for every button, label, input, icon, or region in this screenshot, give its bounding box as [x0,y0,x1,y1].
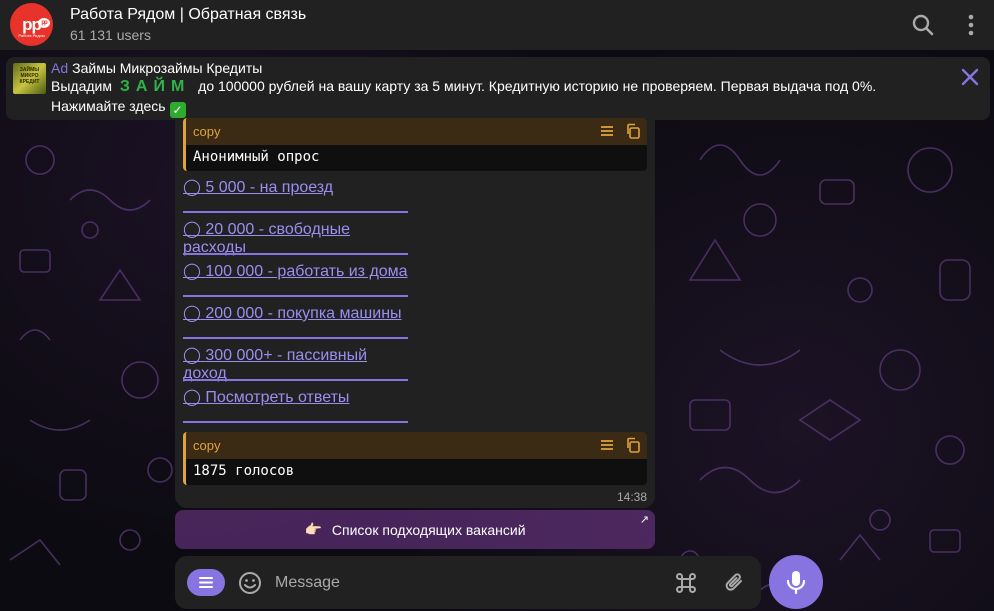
menu-icon [199,577,213,588]
pointing-hand-icon: 👉🏻 [304,521,322,537]
poll-option-label: 200 000 - покупка машины [205,305,402,322]
chat-header: pp pp Работа Рядом Работа Рядом | Обратн… [0,0,994,50]
bot-menu-button[interactable] [187,569,225,596]
command-icon[interactable] [673,570,699,596]
message-time: 14:38 [616,490,647,504]
message-composer [175,556,761,609]
inline-button-vacancies[interactable]: 👉🏻 Список подходящих вакансий ↗ [175,510,655,549]
divider [183,337,408,339]
member-count: 61 131 users [70,27,151,43]
ad-title: Займы Микрозаймы Кредиты [72,60,263,76]
copy-icon[interactable] [625,437,641,453]
ad-title-line: Ad Займы Микрозаймы Кредиты [51,60,262,76]
external-link-icon: ↗ [639,514,649,526]
divider [183,421,408,423]
code-block-text: Анонимный опрос [193,149,320,165]
avatar-badge: pp [38,18,50,28]
poll-option-3[interactable]: ◯ 100 000 - работать из дома [183,261,415,281]
code-block-label: copy [193,438,221,453]
ad-thumbnail: ЗАЙМЫ МИКРО КРЕДИТ [13,63,46,94]
poll-option-2[interactable]: ◯ 20 000 - свободные расходы [183,219,415,257]
message-input[interactable] [275,570,655,596]
message-bubble: copy Анонимный опрос ◯ 5 000 - на проезд… [175,118,655,508]
poll-option-label: 20 000 - свободные расходы [183,221,351,256]
check-mark-icon: ✓ [169,102,186,118]
attach-icon[interactable] [722,570,748,596]
divider [183,253,408,255]
ad-zaim-text: ЗАЙМ [119,78,191,95]
poll-option-label: 5 000 - на проезд [205,179,334,196]
ad-tag: Ad [51,60,69,76]
poll-option-label: 100 000 - работать из дома [205,263,408,280]
copy-icon[interactable] [625,123,641,139]
chat-title[interactable]: Работа Рядом | Обратная связь [70,6,306,24]
microphone-icon [786,571,806,595]
wrap-lines-icon[interactable] [599,437,615,453]
ad-close-button[interactable] [960,67,980,87]
emoji-icon[interactable] [237,570,263,596]
search-icon [912,14,934,36]
ad-cta: Нажимайте здесь [51,98,166,114]
ad-cta-line: Нажимайте здесь ✓ [51,98,186,118]
radio-circle-icon: ◯ [183,305,201,322]
divider [183,379,408,381]
voice-record-button[interactable] [769,555,823,609]
radio-circle-icon: ◯ [183,389,201,406]
code-block-header: copy [186,118,647,145]
code-block-text: 1875 голосов [193,463,295,479]
avatar-subtext: Работа Рядом [18,33,45,38]
channel-avatar[interactable]: pp pp Работа Рядом [10,3,53,46]
poll-option-label: Посмотреть ответы [205,389,350,406]
more-button[interactable] [957,11,985,39]
divider [183,295,408,297]
more-vertical-icon [968,14,974,36]
code-block-label: copy [193,124,221,139]
poll-option-1[interactable]: ◯ 5 000 - на проезд [183,177,415,197]
code-block-title: copy Анонимный опрос [183,118,647,171]
inline-button-label: Список подходящих вакансий [331,521,526,538]
radio-circle-icon: ◯ [183,221,201,238]
divider [183,211,408,213]
radio-circle-icon: ◯ [183,347,201,364]
ad-text-prefix: Выдадим [51,78,112,94]
poll-option-4[interactable]: ◯ 200 000 - покупка машины [183,303,415,323]
code-block-header: copy [186,432,647,459]
sponsored-ad-banner[interactable]: ЗАЙМЫ МИКРО КРЕДИТ Ad Займы Микрозаймы Кр… [6,57,990,120]
wrap-lines-icon[interactable] [599,123,615,139]
search-button[interactable] [909,11,937,39]
radio-circle-icon: ◯ [183,179,201,196]
ad-text-line: Выдадим ЗАЙМ до 100000 рублей на вашу ка… [51,78,876,96]
ad-text-suffix: до 100000 рублей на вашу карту за 5 мину… [198,78,877,94]
radio-circle-icon: ◯ [183,263,201,280]
code-block-votes: copy 1875 голосов [183,432,647,485]
poll-view-results[interactable]: ◯ Посмотреть ответы [183,387,415,407]
poll-option-label: 300 000+ - пассивный доход [183,347,368,382]
close-icon [961,68,979,86]
poll-option-5[interactable]: ◯ 300 000+ - пассивный доход [183,345,415,383]
